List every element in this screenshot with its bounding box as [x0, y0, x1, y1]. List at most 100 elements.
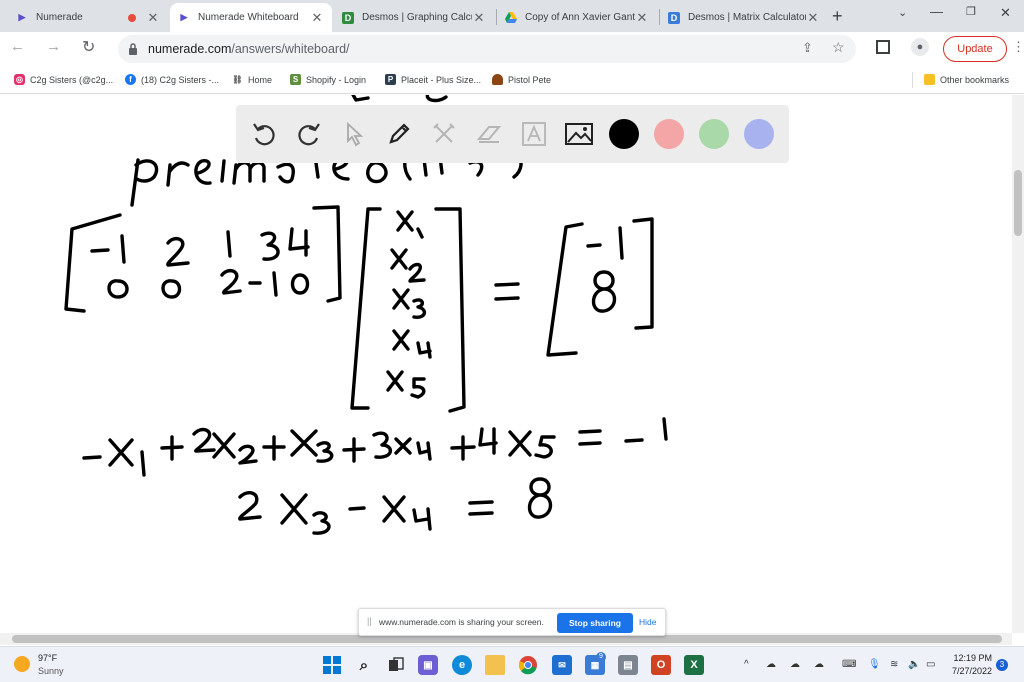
hat-icon	[492, 74, 503, 85]
reload-icon[interactable]: ↻	[82, 37, 95, 57]
tools-icon[interactable]	[428, 118, 460, 150]
close-window-icon[interactable]: ✕	[1000, 5, 1011, 21]
bookmark-item[interactable]: S Shopify - Login	[290, 74, 366, 85]
close-icon[interactable]: ✕	[635, 10, 649, 26]
bookmark-label: C2g Sisters (@c2g...	[30, 74, 114, 85]
sun-icon	[14, 656, 30, 672]
url-text: numerade.com/answers/whiteboard/	[148, 42, 350, 56]
tray-app-icon[interactable]: ☁	[766, 659, 776, 670]
clock-time[interactable]: 12:19 PM	[952, 653, 992, 663]
share-icon[interactable]: ⇪	[802, 40, 813, 56]
bookmark-item[interactable]: ⛓ Home	[232, 74, 272, 85]
text-icon[interactable]	[518, 118, 550, 150]
google-drive-icon	[505, 12, 517, 24]
image-icon[interactable]	[563, 118, 595, 150]
other-bookmarks[interactable]: Other bookmarks	[924, 74, 1009, 85]
windows-taskbar: 97°F Sunny ⌕ ▣ e ✉ ▦ 9 ▤ O X ^ ☁ ☁ ☁ ⌨ 🎙…	[0, 646, 1024, 682]
tray-app-icon[interactable]: ☁	[814, 659, 824, 670]
pen-icon[interactable]	[383, 118, 415, 150]
update-button[interactable]: Update	[943, 36, 1007, 62]
forward-icon[interactable]: →	[46, 38, 61, 55]
tab-google-drive[interactable]: Copy of Ann Xavier Gante ✕	[497, 3, 657, 32]
color-black-swatch[interactable]	[609, 119, 639, 149]
tab-desmos-matrix[interactable]: D Desmos | Matrix Calculator ✕	[660, 3, 828, 32]
color-blue-swatch[interactable]	[744, 119, 774, 149]
chevron-up-icon[interactable]: ^	[744, 659, 749, 670]
new-tab-button[interactable]: +	[832, 6, 843, 27]
stop-sharing-button[interactable]: Stop sharing	[557, 613, 633, 633]
weather-desc[interactable]: Sunny	[38, 666, 64, 676]
weather-temp[interactable]: 97°F	[38, 653, 57, 663]
minimize-icon[interactable]: —	[930, 4, 943, 19]
scroll-thumb[interactable]	[12, 635, 1002, 643]
redo-icon[interactable]	[293, 118, 325, 150]
tab-desmos-graphing[interactable]: D Desmos | Graphing Calcul ✕	[334, 3, 494, 32]
shopify-icon: S	[290, 74, 301, 85]
bookmark-item[interactable]: P Placeit - Plus Size...	[385, 74, 481, 85]
bookmark-item[interactable]: ◎ C2g Sisters (@c2g...	[14, 74, 113, 85]
address-bar[interactable]: numerade.com/answers/whiteboard/ ⇪ ☆	[118, 35, 856, 63]
search-icon[interactable]: ⌕	[354, 655, 374, 675]
back-icon[interactable]: ←	[10, 38, 25, 55]
scroll-thumb[interactable]	[1014, 170, 1022, 236]
battery-icon[interactable]: ▭	[926, 659, 935, 670]
office-icon[interactable]: O	[651, 655, 671, 675]
handwriting-layer	[64, 95, 668, 535]
screen-sharing-bar: || www.numerade.com is sharing your scre…	[358, 608, 666, 636]
pointer-icon[interactable]	[338, 118, 370, 150]
recording-indicator-icon	[128, 13, 136, 22]
wifi-icon[interactable]: ≋	[890, 659, 898, 670]
star-icon[interactable]: ☆	[832, 39, 845, 56]
close-icon[interactable]: ✕	[310, 10, 324, 26]
facebook-icon: f	[125, 74, 136, 85]
edge-icon[interactable]: e	[452, 655, 472, 675]
start-icon[interactable]	[322, 655, 342, 675]
bookmark-label: Pistol Pete	[508, 74, 552, 85]
excel-icon[interactable]: X	[684, 655, 704, 675]
store-badge: 9	[596, 652, 606, 662]
keyboard-icon[interactable]: ⌨	[842, 659, 856, 670]
tab-numerade[interactable]: ▶ Numerade ✕	[8, 3, 168, 32]
hide-button[interactable]: Hide	[639, 617, 656, 627]
drag-handle-icon[interactable]: ||	[367, 616, 372, 626]
whiteboard-toolbar	[236, 105, 789, 163]
numerade-logo-icon: ▶	[18, 12, 26, 22]
bookmark-item[interactable]: f (18) C2g Sisters -...	[125, 74, 219, 85]
tab-strip: ▶ Numerade ✕ ▶ Numerade Whiteboard ✕ D D…	[0, 0, 1024, 32]
whiteboard-canvas[interactable]	[0, 95, 1012, 633]
undo-icon[interactable]	[248, 118, 280, 150]
task-view-icon[interactable]	[386, 655, 406, 675]
microphone-icon[interactable]: 🎙	[868, 659, 881, 670]
close-icon[interactable]: ✕	[472, 10, 486, 26]
side-panel-icon[interactable]	[876, 40, 890, 54]
file-explorer-icon[interactable]	[485, 655, 505, 675]
calculator-icon[interactable]: ▤	[618, 655, 638, 675]
desmos-logo-icon: D	[668, 11, 680, 24]
eraser-icon[interactable]	[473, 118, 505, 150]
profile-icon[interactable]: ●	[911, 38, 929, 56]
notification-badge[interactable]: 3	[996, 659, 1008, 671]
more-menu-icon[interactable]: ⋮	[1012, 39, 1024, 55]
restore-icon[interactable]: ❐	[966, 5, 976, 18]
url-path: /answers/whiteboard/	[231, 42, 350, 56]
color-green-swatch[interactable]	[699, 119, 729, 149]
desmos-logo-icon: D	[342, 11, 354, 24]
tray-app-icon[interactable]: ☁	[790, 659, 800, 670]
vertical-scrollbar[interactable]	[1012, 95, 1024, 633]
link-icon: ⛓	[232, 75, 243, 84]
browser-toolbar: ← → ↻ numerade.com/answers/whiteboard/ ⇪…	[0, 32, 1024, 66]
close-icon[interactable]: ✕	[806, 10, 820, 26]
color-pink-swatch[interactable]	[654, 119, 684, 149]
lock-icon	[129, 43, 137, 55]
speaker-icon[interactable]: 🔈	[908, 659, 920, 670]
bookmark-item[interactable]: Pistol Pete	[492, 74, 551, 85]
chevron-down-icon[interactable]: ⌄	[898, 6, 907, 19]
close-icon[interactable]: ✕	[146, 10, 160, 26]
mail-icon[interactable]: ✉	[552, 655, 572, 675]
bookmark-label: (18) C2g Sisters -...	[141, 74, 220, 85]
clock-date[interactable]: 7/27/2022	[948, 666, 992, 676]
teams-chat-icon[interactable]: ▣	[418, 655, 438, 675]
chrome-icon[interactable]	[518, 655, 538, 675]
tab-numerade-whiteboard[interactable]: ▶ Numerade Whiteboard ✕	[170, 3, 332, 32]
tab-title: Desmos | Matrix Calculator	[688, 12, 806, 23]
